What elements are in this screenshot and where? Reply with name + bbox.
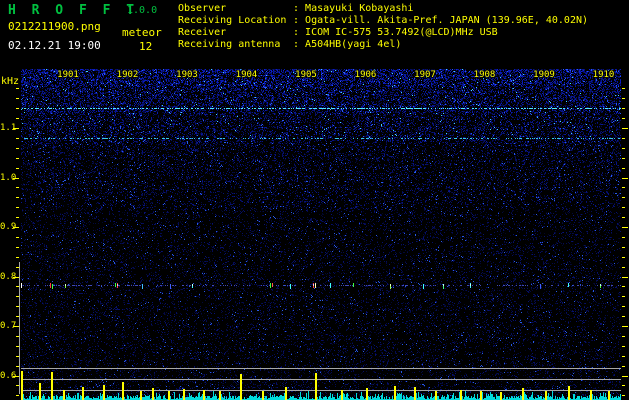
freq-tick-right (622, 286, 625, 287)
freq-tick-right (622, 168, 625, 169)
time-label: 1904 (235, 70, 258, 80)
freq-tick-right (622, 207, 625, 208)
output-filename: 0212211900.png (8, 20, 101, 33)
freq-tick-left (13, 227, 19, 228)
freq-tick-right (622, 197, 625, 198)
freq-tick-right (622, 187, 625, 188)
freq-label: 0.8 (0, 272, 17, 282)
station-info: Observer: Masayuki Kobayashi Receiving L… (178, 3, 588, 51)
hrofft-window: H R O F F T 1.0.0 0212211900.png meteor … (0, 0, 629, 400)
freq-tick-right (622, 385, 625, 386)
freq-tick-left (16, 207, 19, 208)
freq-label: 0.6 (0, 371, 17, 381)
time-label: 1905 (295, 70, 317, 80)
freq-label: 1.1 (0, 123, 17, 133)
freq-tick-left (16, 98, 19, 99)
freq-tick-right (622, 118, 625, 119)
freq-tick-left (16, 158, 19, 159)
freq-tick-right (622, 346, 625, 347)
time-label: 1906 (354, 70, 377, 80)
app-version: 1.0.0 (127, 5, 158, 16)
freq-tick-right (622, 108, 625, 109)
freq-tick-right (622, 98, 625, 99)
station-info-row-antenna: Receiving antenna: A504HB(yagi 4el) (178, 39, 588, 51)
info-label: Receiving Location (178, 15, 287, 26)
time-label: 1910 (592, 70, 615, 80)
info-label: Receiving antenna (178, 39, 281, 50)
freq-tick-right (622, 306, 625, 307)
freq-tick-left (16, 118, 19, 119)
freq-tick-left (16, 187, 19, 188)
freq-tick-right (622, 88, 625, 89)
station-info-row-receiver: Receiver: ICOM IC-575 53.7492(@LCD)MHz U… (178, 27, 588, 39)
time-label: 1903 (176, 70, 198, 80)
freq-tick-left (16, 217, 19, 218)
time-label: 1902 (116, 70, 139, 80)
observation-datetime: 02.12.21 19:00 (8, 39, 101, 52)
info-value: Ogata-vill. Akita-Pref. JAPAN (139.96E, … (305, 15, 589, 26)
freq-tick-right (622, 326, 628, 327)
freq-tick-right (622, 217, 625, 218)
freq-tick-left (16, 108, 19, 109)
freq-tick-right (622, 316, 625, 317)
freq-tick-right (622, 247, 625, 248)
time-label: 1901 (57, 70, 79, 80)
freq-tick-right (622, 227, 628, 228)
freq-tick-right (622, 376, 628, 377)
info-separator: : (293, 15, 306, 26)
freq-tick-right (622, 366, 625, 367)
info-label: Observer (178, 3, 227, 14)
info-separator: : (293, 27, 306, 38)
time-axis: 1901 1902 1903 1904 1905 1906 1907 1908 1909 1910 (0, 70, 629, 82)
freq-tick-left (16, 138, 19, 139)
spectrogram-canvas (21, 69, 621, 400)
info-value: ICOM IC-575 53.7492(@LCD)MHz USB (305, 27, 498, 38)
freq-label: 1.0 (0, 173, 17, 183)
time-label: 1909 (533, 70, 555, 80)
freq-tick-left (16, 168, 19, 169)
freq-tick-right (622, 158, 625, 159)
freq-tick-right (622, 267, 625, 268)
freq-tick-right (622, 138, 625, 139)
freq-tick-left (16, 197, 19, 198)
freq-tick-left (13, 128, 19, 129)
freq-tick-left (16, 395, 19, 396)
level-axis-line (19, 262, 20, 394)
station-info-row-location: Receiving Location: Ogata-vill. Akita-Pr… (178, 15, 588, 27)
observation-mode: meteor (122, 26, 162, 39)
info-separator: : (293, 3, 306, 14)
freq-tick-right (622, 128, 628, 129)
freq-tick-right (622, 356, 625, 357)
app-title: H R O F F T (8, 3, 139, 18)
freq-tick-right (622, 148, 625, 149)
freq-label: 0.7 (0, 321, 17, 331)
freq-tick-right (622, 178, 628, 179)
freq-tick-right (622, 277, 628, 278)
freq-tick-right (622, 296, 625, 297)
echo-count: 12 (139, 40, 153, 53)
freq-tick-left (16, 88, 19, 89)
freq-tick-left (16, 257, 19, 258)
freq-tick-right (622, 336, 625, 337)
info-value: Masayuki Kobayashi (305, 3, 414, 14)
info-separator: : (293, 39, 306, 50)
station-info-row-observer: Observer: Masayuki Kobayashi (178, 3, 588, 15)
freq-tick-right (622, 257, 625, 258)
freq-tick-left (16, 237, 19, 238)
info-label: Receiver (178, 27, 227, 38)
time-label: 1908 (473, 70, 496, 80)
info-value: A504HB(yagi 4el) (305, 39, 402, 50)
freq-tick-right (622, 395, 625, 396)
freq-tick-left (16, 148, 19, 149)
time-label: 1907 (414, 70, 436, 80)
freq-tick-right (622, 237, 625, 238)
freq-tick-left (16, 247, 19, 248)
freq-label: 0.9 (0, 222, 17, 232)
freq-tick-left (13, 178, 19, 179)
